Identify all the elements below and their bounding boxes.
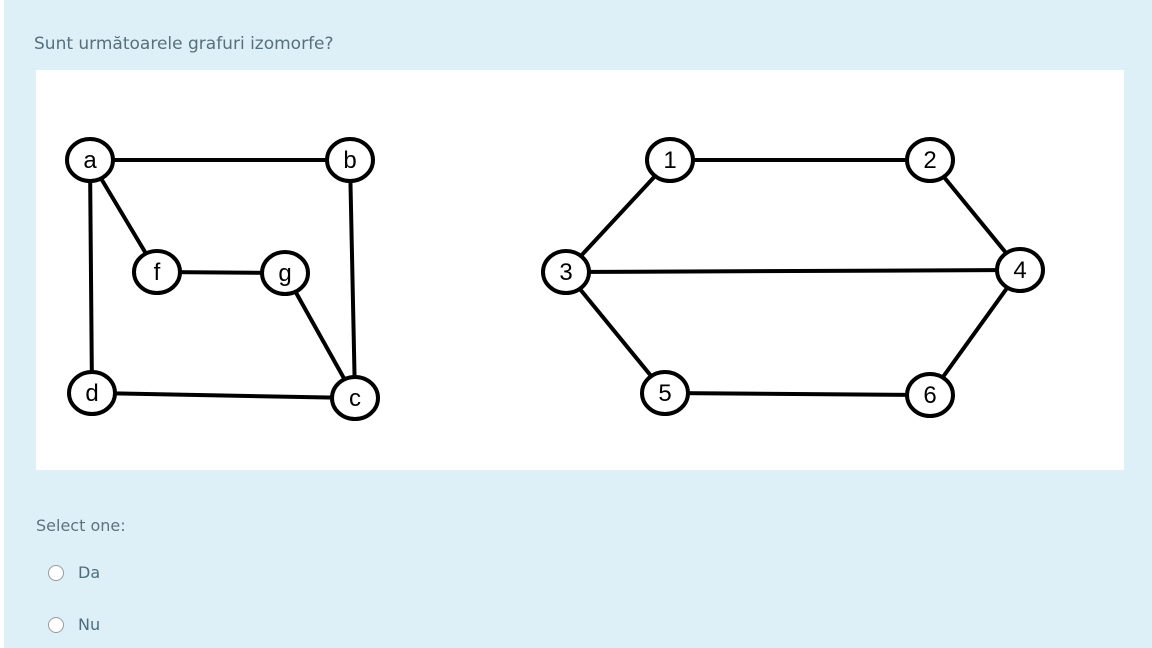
edge-a-d bbox=[88, 159, 94, 394]
node-label-g: g bbox=[278, 260, 291, 287]
option-nu-label: Nu bbox=[78, 615, 101, 634]
node-label-2: 2 bbox=[923, 147, 936, 174]
select-one-label: Select one: bbox=[36, 516, 126, 535]
node-label-1: 1 bbox=[663, 147, 676, 174]
node-label-6: 6 bbox=[923, 382, 936, 409]
edge-b-c bbox=[348, 159, 357, 399]
edge-3-4 bbox=[565, 268, 1021, 274]
radio-da[interactable] bbox=[48, 564, 64, 581]
node-label-f: f bbox=[154, 259, 161, 286]
node-label-4: 4 bbox=[1013, 257, 1026, 284]
node-label-3: 3 bbox=[559, 259, 572, 286]
option-nu[interactable]: Nu bbox=[48, 615, 100, 634]
node-label-c: c bbox=[349, 385, 361, 412]
node-label-a: a bbox=[83, 147, 97, 174]
node-label-d: d bbox=[85, 380, 98, 407]
graphs-figure: a b f g d c 1 2 3 4 5 6 bbox=[36, 70, 1124, 470]
option-da-label: Da bbox=[78, 563, 101, 582]
node-label-5: 5 bbox=[658, 380, 671, 407]
radio-nu[interactable] bbox=[48, 616, 64, 633]
edge-5-6 bbox=[664, 391, 931, 397]
option-da[interactable]: Da bbox=[48, 563, 100, 582]
node-label-b: b bbox=[343, 147, 356, 174]
edge-d-c bbox=[91, 391, 356, 400]
graphs-svg: a b f g d c 1 2 3 4 5 6 bbox=[65, 137, 1045, 421]
